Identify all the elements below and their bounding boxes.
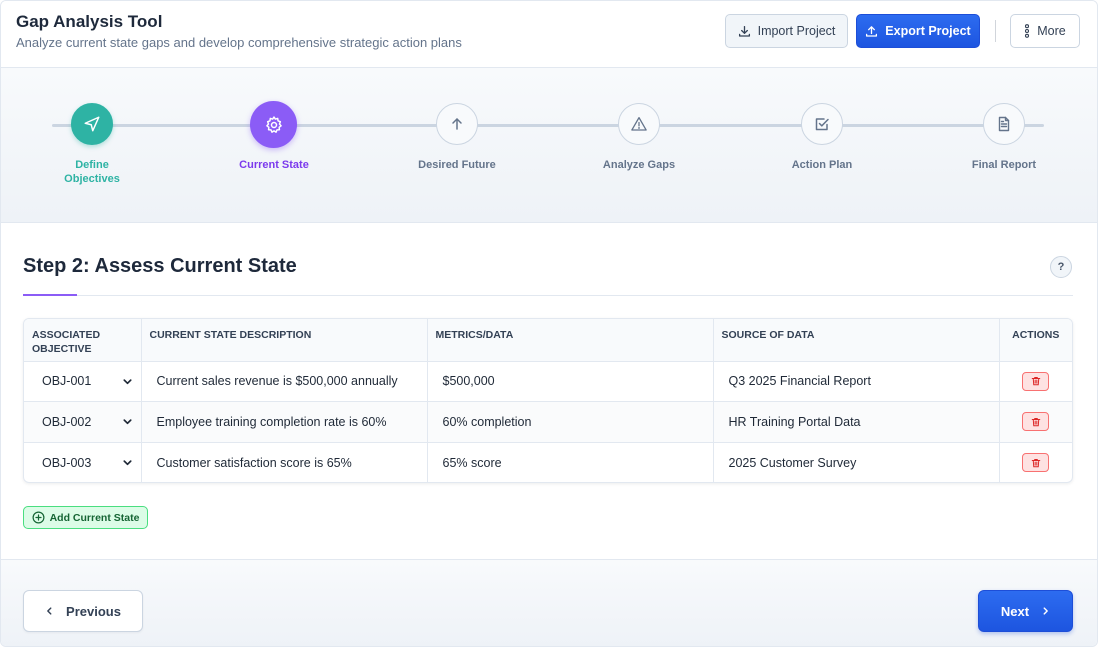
table-row: OBJ-001 Current sales revenue is $500,00… [24, 361, 1072, 402]
step-circle-pending [983, 103, 1025, 145]
objective-cell: OBJ-002 [24, 401, 142, 443]
metrics-cell[interactable]: $500,000 [427, 361, 714, 402]
trash-icon [1031, 376, 1041, 386]
metrics-cell[interactable]: 65% score [427, 442, 714, 482]
export-project-button[interactable]: Export Project [856, 14, 980, 48]
upload-icon [865, 25, 878, 38]
previous-label: Previous [66, 603, 121, 619]
step-label: Desired Future [418, 159, 496, 171]
objective-cell: OBJ-003 [24, 442, 142, 482]
column-header-description: Current State Description [141, 319, 428, 362]
header-divider [995, 20, 996, 42]
table-row: OBJ-003 Customer satisfaction score is 6… [24, 442, 1072, 482]
section-divider [23, 295, 1073, 296]
progress-stepper: Define Objectives Current State Desired … [1, 68, 1097, 223]
delete-row-button[interactable] [1022, 371, 1050, 391]
column-header-metrics: Metrics/Data [427, 319, 714, 362]
section-accent-bar [23, 294, 77, 296]
table-row: OBJ-002 Employee training completion rat… [24, 401, 1072, 443]
objective-value: OBJ-002 [42, 414, 92, 429]
step-label: Define Objectives [64, 159, 120, 185]
source-cell[interactable]: Q3 2025 Financial Report [713, 361, 1000, 402]
step-current-state[interactable]: Current State [214, 68, 334, 223]
actions-cell [999, 361, 1072, 402]
step-label: Current State [239, 159, 309, 171]
app-title: Gap Analysis Tool [16, 12, 163, 31]
download-icon [738, 25, 751, 38]
step-desired-future[interactable]: Desired Future [397, 68, 517, 223]
chevron-down-icon [122, 457, 133, 468]
objective-select[interactable]: OBJ-003 [39, 456, 133, 470]
more-label: More [1037, 24, 1066, 38]
chevron-down-icon [122, 416, 133, 427]
trash-icon [1031, 458, 1041, 468]
next-button[interactable]: Next [978, 590, 1073, 632]
section-title: Step 2: Assess Current State [23, 255, 297, 277]
table-header-row: Associated Objective Current State Descr… [24, 319, 1072, 362]
objective-cell: OBJ-001 [24, 361, 142, 402]
step-circle-completed [71, 103, 113, 145]
step-final-report[interactable]: Final Report [944, 68, 1064, 223]
metrics-cell[interactable]: 60% completion [427, 401, 714, 443]
add-current-state-label: Add Current State [49, 511, 140, 524]
import-project-label: Import Project [757, 24, 836, 38]
step-circle-pending [801, 103, 843, 145]
arrow-up-icon [449, 116, 465, 132]
more-button[interactable]: More [1010, 14, 1080, 48]
objective-value: OBJ-003 [42, 455, 92, 470]
objective-value: OBJ-001 [42, 374, 92, 389]
app-window: Gap Analysis Tool Analyze current state … [0, 0, 1098, 647]
step-action-plan[interactable]: Action Plan [762, 68, 882, 223]
step-label: Final Report [971, 159, 1037, 171]
actions-cell [999, 401, 1072, 443]
vertical-dots-icon [1024, 24, 1030, 38]
gear-icon [264, 115, 284, 135]
description-cell[interactable]: Customer satisfaction score is 65% [141, 442, 428, 482]
step-label: Analyze Gaps [602, 159, 676, 171]
delete-row-button[interactable] [1022, 412, 1050, 432]
step-analyze-gaps[interactable]: Analyze Gaps [579, 68, 699, 223]
column-header-actions: Actions [999, 319, 1072, 362]
add-current-state-button[interactable]: Add Current State [23, 506, 148, 529]
step-label: Action Plan [791, 159, 853, 171]
actions-cell [999, 442, 1072, 482]
footer-nav: Previous Next [1, 559, 1097, 646]
chevron-down-icon [122, 376, 133, 387]
current-state-table: Associated Objective Current State Descr… [23, 318, 1073, 483]
help-button[interactable]: ? [1050, 256, 1072, 278]
chevron-left-icon [45, 606, 54, 616]
description-cell[interactable]: Current sales revenue is $500,000 annual… [141, 361, 428, 402]
previous-button[interactable]: Previous [23, 590, 143, 632]
step-circle-pending [618, 103, 660, 145]
column-header-objective: Associated Objective [24, 319, 142, 362]
header: Gap Analysis Tool Analyze current state … [1, 1, 1097, 68]
source-cell[interactable]: 2025 Customer Survey [713, 442, 1000, 482]
plus-circle-icon [32, 511, 45, 524]
app-subtitle: Analyze current state gaps and develop c… [16, 35, 462, 50]
checkbox-icon [814, 116, 830, 132]
send-icon [83, 115, 101, 133]
document-icon [996, 116, 1012, 132]
step-circle-active [250, 101, 297, 148]
objective-select[interactable]: OBJ-001 [39, 374, 133, 388]
stepper-track [52, 124, 1044, 127]
objective-select[interactable]: OBJ-002 [39, 415, 133, 429]
step-circle-pending [436, 103, 478, 145]
warning-triangle-icon [630, 115, 648, 133]
column-header-source: Source of Data [713, 319, 1000, 362]
source-cell[interactable]: HR Training Portal Data [713, 401, 1000, 443]
import-project-button[interactable]: Import Project [725, 14, 848, 48]
step-define-objectives[interactable]: Define Objectives [32, 68, 152, 223]
export-project-label: Export Project [885, 24, 971, 38]
chevron-right-icon [1041, 606, 1050, 616]
description-cell[interactable]: Employee training completion rate is 60% [141, 401, 428, 443]
trash-icon [1031, 417, 1041, 427]
delete-row-button[interactable] [1022, 453, 1050, 472]
next-label: Next [1000, 603, 1030, 619]
